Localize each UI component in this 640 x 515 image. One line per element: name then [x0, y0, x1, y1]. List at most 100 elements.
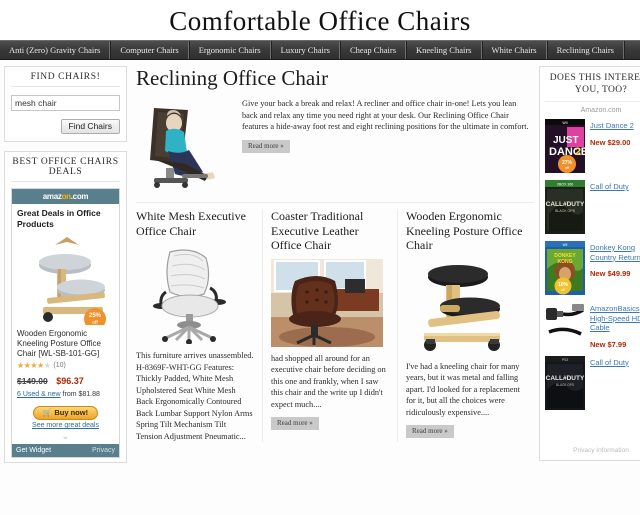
page-title: Comfortable Office Chairs	[169, 5, 471, 36]
product-link[interactable]: Call of Duty	[590, 358, 640, 368]
nav-item-ergonomic-chairs[interactable]: Ergonomic Chairs	[188, 41, 271, 59]
hdmi-cable-icon	[545, 302, 585, 346]
main-content: Reclining Office Chair Give your back a …	[130, 66, 539, 442]
amazon-deal-headline: Great Deals in Office Products	[17, 208, 101, 229]
wooden-kneeling-chair-image[interactable]	[406, 259, 525, 355]
site-header: Comfortable Office Chairs	[0, 0, 640, 40]
article-card-body: had shopped all around for an executive …	[271, 353, 386, 409]
more-deals-row: See more great deals	[17, 422, 114, 429]
product-link[interactable]: Donkey Kong Country Returns	[590, 243, 640, 262]
right-sidebar: DOES THIS INTEREST YOU, TOO? Amazon.com …	[539, 66, 640, 461]
lead-article: Give your back a break and relax! A recl…	[136, 98, 533, 190]
used-offers-row: 6 Used & new from $81.88	[17, 391, 114, 398]
product-info: Call of Duty	[590, 356, 640, 375]
svg-text:BLACK OPS: BLACK OPS	[555, 209, 576, 213]
nav-item-kneeling-chairs[interactable]: Kneeling Chairs	[406, 41, 482, 59]
list-item[interactable]: WII DONKEY KONG 10% off Donkey Kong Coun…	[545, 241, 640, 295]
product-link[interactable]: Call of Duty	[590, 182, 640, 192]
see-more-deals-link[interactable]: See more great deals	[32, 422, 99, 429]
just-dance-2-thumbnail[interactable]: WII JUST DANCE 2 27% off	[545, 119, 585, 173]
article-card-coaster-leather: Coaster Traditional Executive Leather Of…	[271, 209, 398, 442]
svg-text:off: off	[92, 320, 98, 325]
svg-text:KONG: KONG	[558, 259, 573, 265]
kneeling-chair-graphic: 25% off	[39, 237, 106, 325]
best-deals-widget: BEST OFFICE CHAIRS DEALS amazon.com Grea…	[4, 151, 127, 463]
chevron-down-icon[interactable]: ⌄	[17, 432, 114, 442]
leather-chair-image[interactable]	[271, 258, 389, 347]
game-box-art-icon: XBOX 360 CALL#DUTY BLACK OPS	[545, 180, 585, 234]
nav-item-anti-zero-gravity-chairs[interactable]: Anti (Zero) Gravity Chairs	[0, 41, 111, 59]
lead-article-body: Give your back a break and relax! A recl…	[242, 99, 529, 131]
svg-text:25%: 25%	[89, 313, 102, 319]
old-price: $149.00	[17, 376, 48, 386]
used-and-new-link[interactable]: 6 Used & new	[17, 391, 61, 398]
best-deals-title: BEST OFFICE CHAIRS DEALS	[11, 157, 120, 182]
amazon-deal-product-name[interactable]: Wooden Ergonomic Kneeling Posture Office…	[17, 329, 114, 359]
amazon-card-footer: Get Widget Privacy	[12, 444, 119, 457]
donkey-kong-thumbnail[interactable]: WII DONKEY KONG 10% off	[545, 241, 585, 295]
svg-text:2: 2	[575, 146, 581, 158]
svg-text:CALL#DUTY: CALL#DUTY	[546, 201, 585, 208]
get-widget-link[interactable]: Get Widget	[16, 447, 51, 454]
list-item[interactable]: XBOX 360 CALL#DUTY BLACK OPS Call of Dut…	[545, 180, 640, 234]
lead-article-title[interactable]: Reclining Office Chair	[136, 66, 533, 90]
nav-item-luxury-chairs[interactable]: Luxury Chairs	[270, 41, 340, 59]
nav-item-cheap-chairs[interactable]: Cheap Chairs	[339, 41, 407, 59]
card-read-more-button[interactable]: Read more »	[406, 425, 454, 438]
nav-spacer	[623, 41, 640, 59]
kneeling-chair-image[interactable]: 25% off	[17, 233, 114, 325]
amazon-deal-card: amazon.com Great Deals in Office Product…	[11, 188, 120, 458]
article-card-title[interactable]: Wooden Ergonomic Kneeling Posture Office…	[406, 209, 525, 253]
list-item[interactable]: AmazonBasics High-Speed HDMI Cable New $…	[545, 302, 640, 349]
new-price: $96.37	[56, 376, 84, 386]
article-card-title[interactable]: White Mesh Executive Office Chair	[136, 209, 254, 238]
call-of-duty-thumbnail[interactable]: XBOX 360 CALL#DUTY BLACK OPS	[545, 180, 585, 234]
find-chairs-title: FIND CHAIRS!	[11, 72, 120, 87]
product-link[interactable]: AmazonBasics High-Speed HDMI Cable	[590, 304, 640, 333]
white-mesh-chair-graphic	[153, 249, 226, 344]
leather-chair-graphic	[271, 258, 383, 347]
search-input[interactable]	[11, 95, 120, 111]
list-item[interactable]: WII JUST DANCE 2 27% off Just Dance 2 Ne…	[545, 119, 640, 173]
svg-text:JUST: JUST	[553, 135, 579, 146]
lead-article-image[interactable]	[136, 98, 232, 190]
search-button-row: Find Chairs	[11, 116, 120, 134]
game-box-art-icon: WII JUST DANCE 2 27% off	[545, 119, 585, 173]
article-card-body: I've had a kneeling chair for many years…	[406, 361, 520, 417]
amazon-card-body: Great Deals in Office Products 25% off W…	[12, 204, 119, 444]
buy-now-row: 🛒 Buy now!	[17, 402, 114, 420]
rating-count: (10)	[53, 362, 66, 369]
card-read-more-button[interactable]: Read more »	[271, 417, 319, 430]
game-box-art-icon: PS3 CALL#DUTY BLACK OPS	[545, 355, 585, 410]
find-chairs-button[interactable]: Find Chairs	[60, 119, 120, 134]
lead-article-body-wrap: Give your back a break and relax! A recl…	[242, 98, 533, 190]
buy-now-button[interactable]: 🛒 Buy now!	[32, 406, 99, 420]
lead-read-more-button[interactable]: Read more »	[242, 139, 290, 153]
svg-text:WII: WII	[563, 243, 568, 247]
star-rating-icon: ★★★★★	[17, 361, 51, 370]
privacy-link[interactable]: Privacy	[92, 447, 115, 454]
article-card-wooden-kneeling: Wooden Ergonomic Kneeling Posture Office…	[406, 209, 533, 442]
call-of-duty-ps3-thumbnail[interactable]: PS3 CALL#DUTY BLACK OPS	[545, 355, 585, 410]
wooden-kneeling-chair-graphic	[424, 264, 500, 351]
svg-text:WII: WII	[562, 121, 567, 125]
nav-item-computer-chairs[interactable]: Computer Chairs	[110, 41, 189, 59]
white-mesh-chair-image[interactable]	[136, 244, 254, 344]
nav-item-reclining-chairs[interactable]: Reclining Chairs	[546, 41, 624, 59]
nav-item-white-chairs[interactable]: White Chairs	[481, 41, 547, 59]
find-chairs-widget: FIND CHAIRS! Find Chairs	[4, 66, 127, 142]
cart-icon: 🛒	[42, 408, 53, 417]
amazon-attribution: Amazon.com	[580, 107, 622, 114]
page-root: Comfortable Office Chairs Anti (Zero) Gr…	[0, 0, 640, 515]
list-item[interactable]: PS3 CALL#DUTY BLACK OPS Call of Duty	[545, 355, 640, 410]
svg-text:BLACK OPS: BLACK OPS	[556, 383, 574, 387]
product-info: Donkey Kong Country Returns New $49.99	[590, 241, 640, 278]
product-link[interactable]: Just Dance 2	[590, 121, 640, 131]
privacy-information-link[interactable]: Privacy Information	[545, 417, 640, 454]
interest-widget: DOES THIS INTEREST YOU, TOO? Amazon.com …	[539, 66, 640, 461]
interest-widget-title: DOES THIS INTEREST YOU, TOO?	[545, 72, 640, 102]
product-info: AmazonBasics High-Speed HDMI Cable New $…	[590, 302, 640, 349]
article-card-title[interactable]: Coaster Traditional Executive Leather Of…	[271, 209, 389, 253]
hdmi-cable-thumbnail[interactable]	[545, 302, 585, 346]
product-info: Call of Duty	[590, 180, 640, 199]
